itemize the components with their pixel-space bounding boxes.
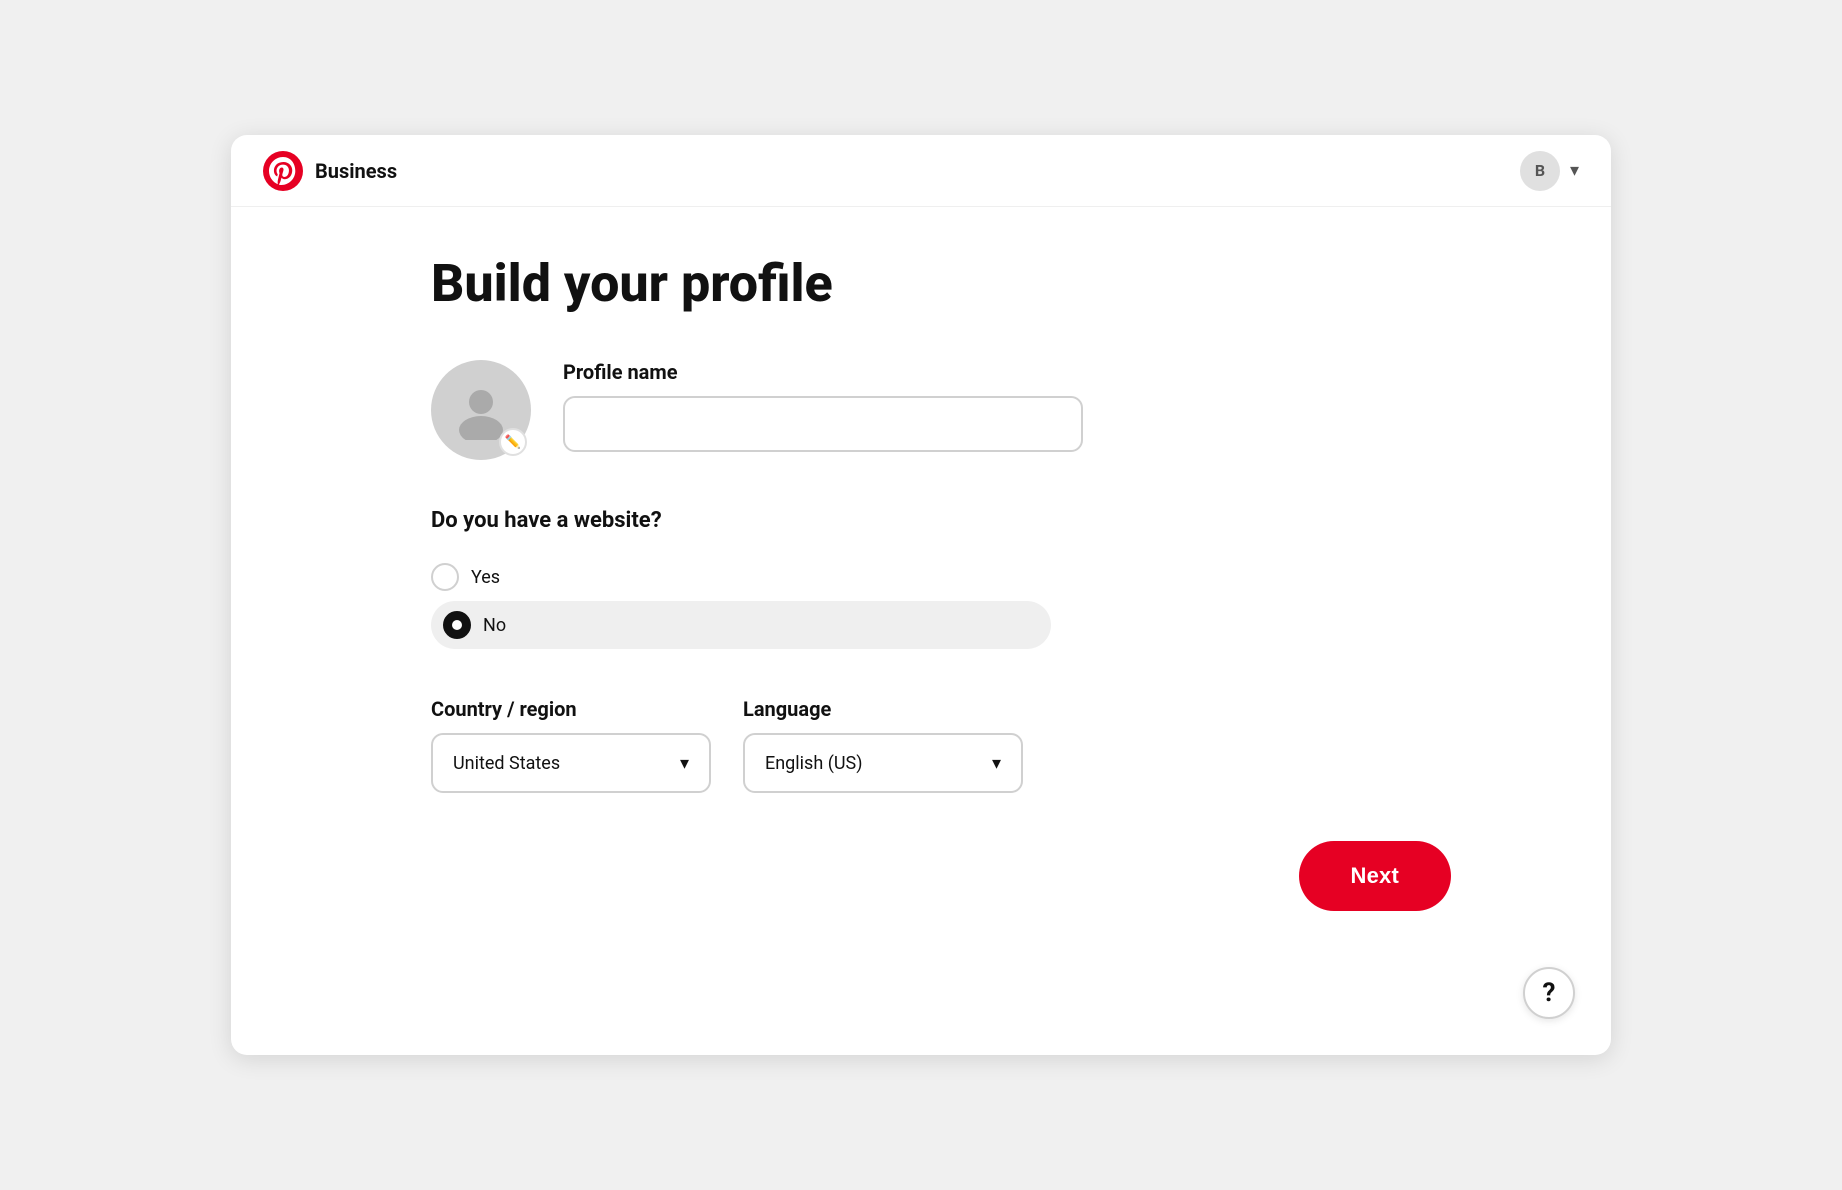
app-window: Business B ▾ Build your profile ✏️ bbox=[231, 135, 1611, 1055]
select-row: Country / region United States ▾ Languag… bbox=[431, 697, 1531, 793]
radio-label-no: No bbox=[483, 615, 506, 636]
language-value: English (US) bbox=[765, 753, 863, 774]
profile-name-input[interactable] bbox=[563, 396, 1083, 452]
website-radio-group: Yes No bbox=[431, 553, 1531, 649]
next-button-container: Next bbox=[431, 841, 1531, 911]
radio-circle-yes bbox=[431, 563, 459, 591]
country-dropdown[interactable]: United States ▾ bbox=[431, 733, 711, 793]
user-avatar[interactable]: B bbox=[1520, 151, 1560, 191]
profile-name-field: Profile name bbox=[563, 360, 1083, 452]
country-chevron-icon: ▾ bbox=[680, 753, 689, 774]
language-chevron-icon: ▾ bbox=[992, 753, 1001, 774]
website-section: Do you have a website? Yes No bbox=[431, 508, 1531, 649]
next-button[interactable]: Next bbox=[1299, 841, 1452, 911]
language-group: Language English (US) ▾ bbox=[743, 697, 1023, 793]
pinterest-logo-icon bbox=[263, 151, 303, 191]
language-label: Language bbox=[743, 697, 1023, 721]
profile-name-label: Profile name bbox=[563, 360, 1083, 384]
country-value: United States bbox=[453, 753, 560, 774]
radio-option-no[interactable]: No bbox=[431, 601, 1051, 649]
website-section-title: Do you have a website? bbox=[431, 508, 1531, 533]
user-silhouette-icon bbox=[451, 380, 511, 440]
main-content: Build your profile ✏️ Profile name bbox=[231, 207, 1611, 971]
help-button[interactable]: ? bbox=[1523, 967, 1575, 1019]
page-title: Build your profile bbox=[431, 255, 1531, 312]
radio-option-yes[interactable]: Yes bbox=[431, 553, 1531, 601]
avatar-upload: ✏️ bbox=[431, 360, 531, 460]
profile-section: ✏️ Profile name bbox=[431, 360, 1531, 460]
header-right: B ▾ bbox=[1520, 151, 1579, 191]
radio-circle-no bbox=[443, 611, 471, 639]
header-left: Business bbox=[263, 151, 397, 191]
header: Business B ▾ bbox=[231, 135, 1611, 207]
country-group: Country / region United States ▾ bbox=[431, 697, 711, 793]
business-label: Business bbox=[315, 159, 397, 183]
country-label: Country / region bbox=[431, 697, 711, 721]
edit-avatar-button[interactable]: ✏️ bbox=[499, 428, 527, 456]
language-dropdown[interactable]: English (US) ▾ bbox=[743, 733, 1023, 793]
radio-label-yes: Yes bbox=[471, 567, 500, 588]
header-chevron-icon[interactable]: ▾ bbox=[1570, 160, 1579, 181]
